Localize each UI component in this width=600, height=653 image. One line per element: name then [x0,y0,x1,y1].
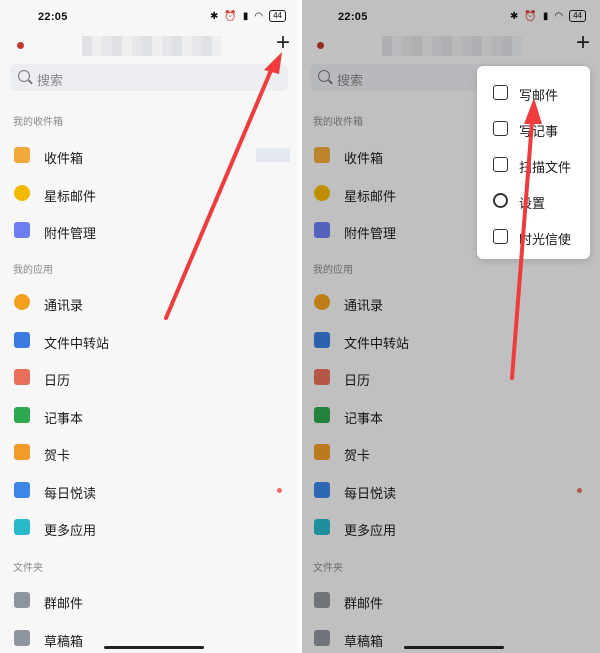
battery-indicator: 44 [269,10,286,22]
section-folders: 文件夹 [13,563,43,574]
list-item[interactable]: 文件中转站 [0,323,300,357]
alarm-icon: ⏰ [224,10,237,22]
notepad-icon [14,406,30,423]
list-item-label: 通讯录 [44,298,84,313]
list-item-label: 草稿箱 [44,633,84,649]
menu-item-label: 写记事 [519,124,559,139]
menu-item[interactable]: 时光信使 [477,218,590,254]
signal-icon: ▮ [242,10,249,22]
compose-icon [493,85,508,100]
list-item-label: 贺卡 [44,448,71,463]
list-item[interactable]: 附件管理 [0,213,300,247]
list-item[interactable]: 星标邮件 [0,176,300,210]
list-item-label: 记事本 [44,410,84,426]
status-time: 22:05 [38,11,68,23]
list-item-label: 星标邮件 [44,188,97,204]
list-item-label: 每日悦读 [44,485,97,501]
search-input[interactable]: 搜索 [10,64,288,91]
bluetooth-icon: ✱ [210,10,219,22]
section-apps: 我的应用 [13,265,53,276]
inbox-icon [14,147,30,163]
account-avatar-dot[interactable] [17,42,24,49]
list-item-label: 文件中转站 [44,335,110,351]
title-bar: + [0,30,300,58]
list-item[interactable]: 日历 [0,360,300,394]
plus-icon[interactable]: + [276,30,290,56]
attachment-icon [14,222,30,238]
list-item[interactable]: 每日悦读 [0,473,300,507]
plus-dropdown-menu: 写邮件写记事扫描文件设置时光信使 [477,66,590,259]
wifi-icon: ◠ [254,10,264,22]
menu-item[interactable]: 写记事 [477,110,590,146]
menu-item-label: 写邮件 [519,88,559,103]
menu-item[interactable]: 设置 [477,182,590,218]
menu-item[interactable]: 写邮件 [477,74,590,110]
list-item-label: 附件管理 [44,226,97,241]
time-messenger-icon [493,229,508,244]
menu-item-label: 扫描文件 [519,160,572,175]
list-item[interactable]: 通讯录 [0,285,300,319]
list-item[interactable]: 记事本 [0,398,300,432]
greeting-card-icon [14,444,30,460]
unread-dot [277,487,282,493]
section-mailbox: 我的收件箱 [13,117,63,128]
list-item-label: 收件箱 [44,151,84,166]
menu-item-label: 设置 [519,196,546,211]
list-item-label: 群邮件 [44,596,84,611]
home-indicator [104,646,204,649]
search-placeholder: 搜索 [37,73,64,88]
status-bar: 22:05 ✱ ⏰ ▮ ◠ 44 [0,0,300,34]
group-mail-icon [14,592,30,608]
search-icon [18,70,30,82]
list-item[interactable]: 贺卡 [0,435,300,469]
account-name-blurred [82,36,222,56]
contacts-icon [14,294,30,310]
list-item-label: 日历 [44,373,71,388]
right-screen: 22:05 ✱ ⏰ ▮ ◠ 44 + 搜索 我的收件箱 收件箱 星标邮件 附件管理 … [300,0,600,653]
menu-item-label: 时光信使 [519,232,572,247]
more-apps-icon [14,519,30,535]
calendar-icon [14,369,30,385]
star-icon [14,184,30,201]
list-item[interactable]: 更多应用 [0,510,300,544]
write-note-icon [493,121,508,136]
list-item-label: 更多应用 [44,523,97,538]
scan-file-icon [493,157,508,172]
list-item[interactable]: 收件箱 [0,138,300,172]
settings-icon [493,193,508,208]
drafts-icon [14,629,30,646]
menu-item[interactable]: 扫描文件 [477,146,590,182]
unread-count-blurred [256,148,290,162]
list-item[interactable]: 群邮件 [0,583,300,617]
file-transfer-icon [14,331,30,348]
daily-reading-icon [14,481,30,498]
status-icons: ✱ ⏰ ▮ ◠ 44 [210,10,286,22]
left-screen: 22:05 ✱ ⏰ ▮ ◠ 44 + 搜索 我的收件箱 收件箱 星标邮件 附件管理 … [0,0,300,653]
